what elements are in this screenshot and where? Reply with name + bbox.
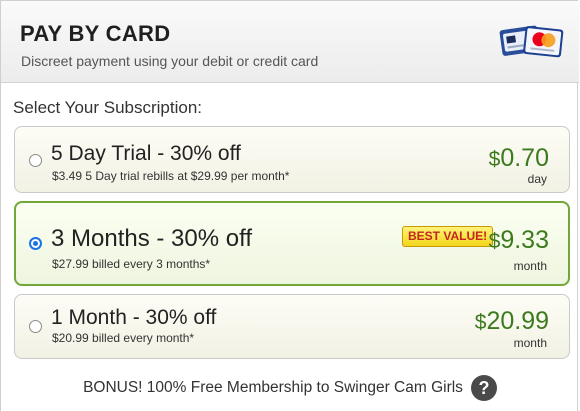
option-name: 5 Day Trial - 30% off (51, 142, 241, 165)
price-currency: $ (474, 311, 487, 334)
price-period: month (513, 336, 547, 350)
price-currency: $ (488, 148, 501, 171)
option-price: $9.33 (489, 226, 549, 255)
subscription-option-5-day-trial[interactable]: 5 Day Trial - 30% off $3.49 5 Day trial … (14, 126, 570, 193)
price-currency: $ (488, 230, 501, 253)
radio-3-months[interactable] (29, 237, 42, 250)
subscription-option-1-month[interactable]: 1 Month - 30% off $20.99 billed every mo… (14, 294, 570, 359)
payment-panel: PAY BY CARD Discreet payment using your … (0, 0, 579, 411)
payment-header: PAY BY CARD Discreet payment using your … (1, 1, 579, 83)
question-mark-icon[interactable]: ? (470, 375, 497, 401)
option-price: $0.70 (489, 144, 549, 173)
price-value: 20.99 (486, 307, 549, 335)
page-title: PAY BY CARD (20, 21, 171, 46)
bonus-text: BONUS! 100% Free Membership to Swinger C… (83, 379, 463, 396)
best-value-badge: BEST VALUE! (402, 226, 494, 247)
subscription-option-3-months[interactable]: 3 Months - 30% off $27.99 billed every 3… (14, 201, 570, 286)
price-period: month (513, 259, 547, 273)
page-subtitle: Discreet payment using your debit or cre… (21, 53, 319, 69)
option-description: $3.49 5 Day trial rebills at $29.99 per … (52, 169, 290, 183)
option-name: 3 Months - 30% off (51, 225, 252, 252)
price-period: day (527, 172, 547, 186)
price-value: 0.70 (500, 144, 549, 172)
bonus-row: BONUS! 100% Free Membership to Swinger C… (1, 375, 579, 401)
option-price: $20.99 (475, 307, 549, 336)
option-name: 1 Month - 30% off (51, 306, 217, 329)
option-description: $20.99 billed every month* (52, 331, 195, 345)
credit-card-logos-icon (499, 25, 564, 58)
price-value: 9.33 (500, 226, 549, 254)
subscription-section-label: Select Your Subscription: (13, 98, 203, 117)
radio-1-month[interactable] (29, 320, 42, 333)
radio-5-day-trial[interactable] (29, 154, 42, 167)
option-description: $27.99 billed every 3 months* (52, 257, 211, 271)
